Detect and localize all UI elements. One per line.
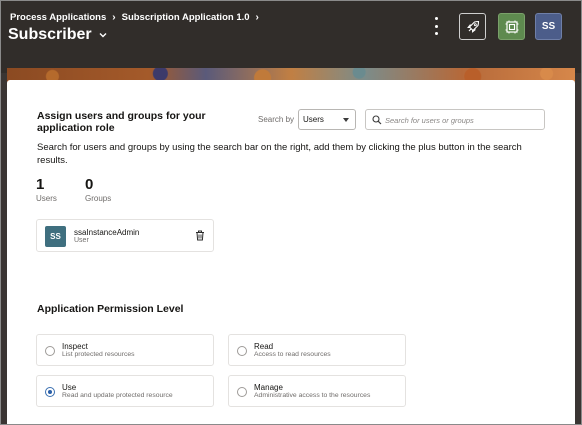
- permission-label: Manage: [254, 383, 283, 392]
- trash-icon[interactable]: [195, 230, 205, 241]
- rocket-launch-icon: [466, 20, 479, 33]
- permission-option-use[interactable]: Use Read and update protected resource: [36, 375, 214, 407]
- dropdown-arrow-icon: [343, 118, 349, 122]
- member-name: ssaInstanceAdmin: [74, 228, 140, 237]
- member-card: SS ssaInstanceAdmin User: [36, 219, 214, 252]
- permission-option-inspect[interactable]: Inspect List protected resources: [36, 334, 214, 366]
- radio-manage[interactable]: [237, 387, 247, 397]
- groups-count: 0 Groups: [85, 176, 111, 203]
- member-avatar: SS: [45, 226, 66, 247]
- groups-count-value: 0: [85, 176, 94, 193]
- permission-description: Access to read resources: [254, 351, 331, 358]
- radio-use[interactable]: [45, 387, 55, 397]
- launch-button[interactable]: [459, 13, 486, 40]
- member-type: User: [74, 237, 89, 244]
- permission-description: List protected resources: [62, 351, 135, 358]
- page-title[interactable]: Subscriber: [8, 26, 108, 44]
- radio-read[interactable]: [237, 346, 247, 356]
- permission-description: Read and update protected resource: [62, 392, 173, 399]
- users-count-value: 1: [36, 176, 45, 193]
- permission-label: Read: [254, 342, 274, 351]
- kebab-menu-icon[interactable]: [430, 17, 442, 35]
- radio-inspect[interactable]: [45, 346, 55, 356]
- assign-section-title: Assign users and groups for your applica…: [37, 110, 206, 134]
- permission-label: Use: [62, 383, 77, 392]
- search-by-select[interactable]: Users: [298, 109, 356, 130]
- groups-count-label: Groups: [85, 194, 112, 203]
- permission-option-read[interactable]: Read Access to read resources: [228, 334, 406, 366]
- search-by-label: Search by: [258, 115, 295, 124]
- permission-label: Inspect: [62, 342, 88, 351]
- role-assignment-panel: Assign users and groups for your applica…: [7, 80, 575, 425]
- assign-description: Search for users and groups by using the…: [37, 142, 522, 166]
- breadcrumb-process-applications[interactable]: Process Applications: [10, 12, 106, 23]
- permission-description: Administrative access to the resources: [254, 392, 371, 399]
- app-header: Process Applications › Subscription Appl…: [0, 0, 582, 73]
- chevron-right-icon: ›: [112, 12, 116, 23]
- users-count-label: Users: [36, 194, 57, 203]
- search-input[interactable]: Search for users or groups: [365, 109, 545, 130]
- user-avatar[interactable]: SS: [535, 13, 562, 40]
- breadcrumb: Process Applications › Subscription Appl…: [10, 12, 259, 23]
- chevron-right-icon: ›: [255, 12, 259, 23]
- chevron-down-icon: [99, 33, 107, 38]
- search-by-value: Users: [303, 115, 324, 124]
- permission-option-manage[interactable]: Manage Administrative access to the reso…: [228, 375, 406, 407]
- page-title-text: Subscriber: [8, 26, 92, 43]
- search-placeholder: Search for users or groups: [385, 116, 474, 125]
- app-grid-icon: [505, 20, 518, 33]
- breadcrumb-subscription-application[interactable]: Subscription Application 1.0: [122, 12, 250, 23]
- users-count: 1 Users: [36, 176, 57, 203]
- app-grid-button[interactable]: [498, 13, 525, 40]
- permission-section-title: Application Permission Level: [37, 303, 184, 315]
- search-icon: [372, 115, 382, 125]
